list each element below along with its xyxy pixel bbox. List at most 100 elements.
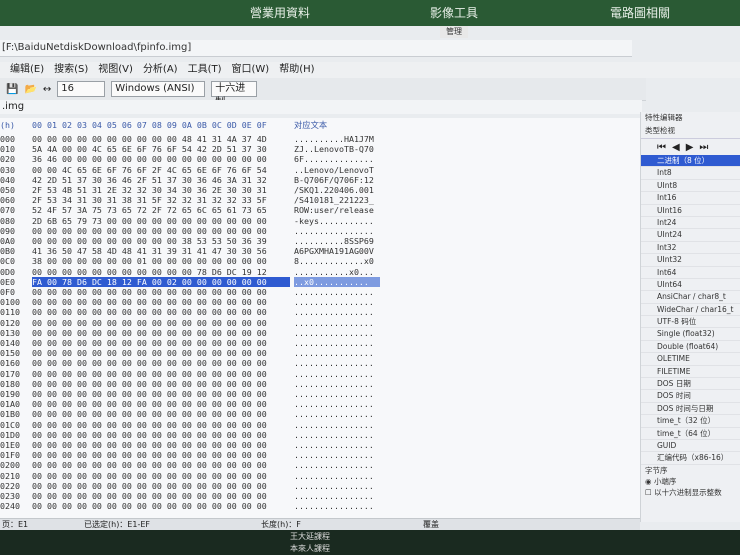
- type-list-item[interactable]: FILETIME: [641, 366, 740, 379]
- row-text[interactable]: ................: [294, 471, 380, 481]
- row-text[interactable]: ROW:user/release: [294, 205, 380, 215]
- hex-editor[interactable]: (h) 00 01 02 03 04 05 06 07 08 09 0A 0B …: [0, 118, 640, 520]
- row-hex-bytes[interactable]: 00 00 00 00 00 00 00 00 00 00 00 00 00 0…: [32, 338, 290, 348]
- type-list-item[interactable]: UInt32: [641, 254, 740, 267]
- hex-row[interactable]: 0170 00 00 00 00 00 00 00 00 00 00 00 00 …: [0, 369, 390, 379]
- type-list-item[interactable]: Double (float64): [641, 341, 740, 354]
- row-text[interactable]: ................: [294, 307, 380, 317]
- row-hex-bytes[interactable]: 00 00 00 00 00 00 00 00 00 00 00 00 00 0…: [32, 399, 290, 409]
- file-tab[interactable]: .img: [0, 100, 642, 114]
- row-hex-bytes[interactable]: 00 00 00 00 00 00 00 00 00 00 00 00 00 0…: [32, 226, 290, 236]
- last-icon[interactable]: ⏭: [699, 142, 708, 153]
- menu-analysis[interactable]: 分析(A): [143, 62, 178, 78]
- taskbar-item-circuit[interactable]: 電路圖相關: [610, 0, 670, 26]
- row-hex-bytes[interactable]: 00 00 00 00 00 00 00 00 00 00 38 53 53 5…: [32, 236, 290, 246]
- row-text[interactable]: ...........x0...: [294, 267, 380, 277]
- hex-row[interactable]: 01B0 00 00 00 00 00 00 00 00 00 00 00 00 …: [0, 409, 390, 419]
- row-hex-bytes[interactable]: 2F 53 34 31 30 31 38 31 5F 32 32 31 32 3…: [32, 195, 290, 205]
- hex-row[interactable]: 01F0 00 00 00 00 00 00 00 00 00 00 00 00 …: [0, 450, 390, 460]
- row-text[interactable]: ................: [294, 450, 380, 460]
- row-hex-bytes[interactable]: 42 2D 51 37 30 36 46 2F 51 37 30 36 46 3…: [32, 175, 290, 185]
- row-hex-bytes[interactable]: 00 00 00 00 00 00 00 00 00 00 00 00 00 0…: [32, 440, 290, 450]
- type-list-item[interactable]: UInt24: [641, 229, 740, 242]
- type-list-item[interactable]: WideChar / char16_t: [641, 304, 740, 317]
- row-hex-bytes[interactable]: 5A 4A 00 00 4C 65 6E 6F 76 6F 54 42 2D 5…: [32, 144, 290, 154]
- row-hex-bytes[interactable]: 00 00 00 00 00 00 00 00 00 00 00 00 00 0…: [32, 491, 290, 501]
- hex-row[interactable]: 0210 00 00 00 00 00 00 00 00 00 00 00 00 …: [0, 471, 390, 481]
- hex-row[interactable]: 01C0 00 00 00 00 00 00 00 00 00 00 00 00 …: [0, 420, 390, 430]
- type-list-item[interactable]: UInt64: [641, 279, 740, 292]
- menu-help[interactable]: 帮助(H): [279, 62, 314, 78]
- row-hex-bytes[interactable]: 00 00 00 00 00 00 00 00 00 00 00 00 00 0…: [32, 409, 290, 419]
- row-text[interactable]: -keys...........: [294, 216, 380, 226]
- row-text[interactable]: A6PGXMHA191AG00V: [294, 246, 380, 256]
- row-hex-bytes[interactable]: 41 36 50 47 58 4D 48 41 31 39 31 41 47 3…: [32, 246, 290, 256]
- row-text[interactable]: B-Q706F/Q706F:12: [294, 175, 380, 185]
- type-list-item[interactable]: UInt16: [641, 205, 740, 217]
- row-text[interactable]: ..........HA1J7M: [294, 134, 380, 144]
- hex-integer-checkbox[interactable]: ☐ 以十六进制显示整数: [641, 487, 740, 498]
- type-list-item[interactable]: Int8: [641, 167, 740, 180]
- hex-row[interactable]: 0D0 00 00 00 00 00 00 00 00 00 00 00 78 D…: [0, 267, 390, 277]
- menu-view[interactable]: 视图(V): [98, 62, 133, 78]
- row-hex-bytes[interactable]: 00 00 00 00 00 00 00 00 00 00 00 00 00 0…: [32, 307, 290, 317]
- row-text[interactable]: 8.............x0: [294, 256, 380, 266]
- row-hex-bytes[interactable]: 00 00 00 00 00 00 00 00 00 00 00 00 00 0…: [32, 420, 290, 430]
- hex-row[interactable]: 0E0 FA 00 78 D6 DC 18 12 FA 00 02 00 00 0…: [0, 276, 390, 287]
- row-text[interactable]: ................: [294, 369, 380, 379]
- desktop-file-1[interactable]: 王大延課程: [290, 531, 330, 542]
- row-hex-bytes[interactable]: 38 00 00 00 00 00 00 01 00 00 00 00 00 0…: [32, 256, 290, 266]
- type-list-item[interactable]: 二进制（8 位）: [641, 155, 740, 168]
- row-hex-bytes[interactable]: 00 00 00 00 00 00 00 00 00 00 00 00 00 0…: [32, 379, 290, 389]
- desktop-file-2[interactable]: 本來人課程: [290, 543, 330, 554]
- hex-row[interactable]: 0120 00 00 00 00 00 00 00 00 00 00 00 00 …: [0, 318, 390, 328]
- row-text[interactable]: ..........8SSP69: [294, 236, 380, 246]
- manage-tab[interactable]: 管理: [440, 26, 468, 38]
- hex-row[interactable]: 040 42 2D 51 37 30 36 46 2F 51 37 30 36 4…: [0, 175, 390, 185]
- row-text[interactable]: ................: [294, 491, 380, 501]
- open-icon[interactable]: 📂: [24, 84, 36, 95]
- row-text[interactable]: ZJ..LenovoTB-Q70: [294, 144, 380, 154]
- row-text[interactable]: ................: [294, 287, 380, 297]
- row-text[interactable]: ................: [294, 297, 380, 307]
- hex-row[interactable]: 080 2D 6B 65 79 73 00 00 00 00 00 00 00 0…: [0, 216, 390, 226]
- row-text[interactable]: ................: [294, 501, 380, 511]
- type-list-item[interactable]: GUID: [641, 440, 740, 453]
- row-text[interactable]: ..Lenovo/LenovoT: [294, 165, 380, 175]
- row-hex-bytes[interactable]: 00 00 00 00 00 00 00 00 00 00 00 00 00 0…: [32, 328, 290, 338]
- type-list-item[interactable]: AnsiChar / char8_t: [641, 291, 740, 304]
- little-endian-radio[interactable]: ◉ 小端序: [641, 476, 740, 487]
- menu-edit[interactable]: 编辑(E): [10, 62, 44, 78]
- hex-row[interactable]: 0F0 00 00 00 00 00 00 00 00 00 00 00 00 0…: [0, 287, 390, 297]
- hex-row[interactable]: 0220 00 00 00 00 00 00 00 00 00 00 00 00 …: [0, 481, 390, 491]
- row-text[interactable]: 6F..............: [294, 154, 380, 164]
- hex-row[interactable]: 0160 00 00 00 00 00 00 00 00 00 00 00 00 …: [0, 358, 390, 368]
- hex-row[interactable]: 030 00 00 4C 65 6E 6F 76 6F 2F 4C 65 6E 6…: [0, 165, 390, 175]
- row-hex-bytes[interactable]: 2F 53 4B 51 31 2E 32 32 30 34 30 36 2E 3…: [32, 185, 290, 195]
- bytes-per-row-select[interactable]: 16: [57, 81, 106, 97]
- type-list-item[interactable]: DOS 时间与日期: [641, 403, 740, 416]
- row-text[interactable]: ................: [294, 389, 380, 399]
- hex-row[interactable]: 01E0 00 00 00 00 00 00 00 00 00 00 00 00 …: [0, 440, 390, 450]
- hex-row[interactable]: 0240 00 00 00 00 00 00 00 00 00 00 00 00 …: [0, 501, 390, 511]
- hex-row[interactable]: 000 00 00 00 00 00 00 00 00 00 00 48 41 3…: [0, 134, 390, 144]
- row-hex-bytes[interactable]: 00 00 00 00 00 00 00 00 00 00 00 00 00 0…: [32, 389, 290, 399]
- row-text[interactable]: ................: [294, 379, 380, 389]
- row-hex-bytes[interactable]: 52 4F 57 3A 75 73 65 72 2F 72 65 6C 65 6…: [32, 205, 290, 215]
- row-text[interactable]: ................: [294, 460, 380, 470]
- row-hex-bytes[interactable]: 00 00 00 00 00 00 00 00 00 00 00 00 00 0…: [32, 358, 290, 368]
- hex-row[interactable]: 0200 00 00 00 00 00 00 00 00 00 00 00 00 …: [0, 460, 390, 470]
- first-icon[interactable]: ⏮: [657, 142, 666, 153]
- menu-tools[interactable]: 工具(T): [188, 62, 222, 78]
- row-text[interactable]: ................: [294, 226, 380, 236]
- type-list-item[interactable]: 汇编代码（x86-16）: [641, 452, 740, 465]
- row-hex-bytes[interactable]: 00 00 00 00 00 00 00 00 00 00 00 00 00 0…: [32, 287, 290, 297]
- taskbar-item-business[interactable]: 營業用資料: [250, 0, 310, 26]
- row-text[interactable]: ................: [294, 328, 380, 338]
- hex-row[interactable]: 010 5A 4A 00 00 4C 65 6E 6F 76 6F 54 42 2…: [0, 144, 390, 154]
- menu-window[interactable]: 窗口(W): [232, 62, 270, 78]
- hex-row[interactable]: 0110 00 00 00 00 00 00 00 00 00 00 00 00 …: [0, 307, 390, 317]
- hex-row[interactable]: 01D0 00 00 00 00 00 00 00 00 00 00 00 00 …: [0, 430, 390, 440]
- type-list-item[interactable]: time_t（32 位）: [641, 415, 740, 428]
- type-list-item[interactable]: Int24: [641, 217, 740, 230]
